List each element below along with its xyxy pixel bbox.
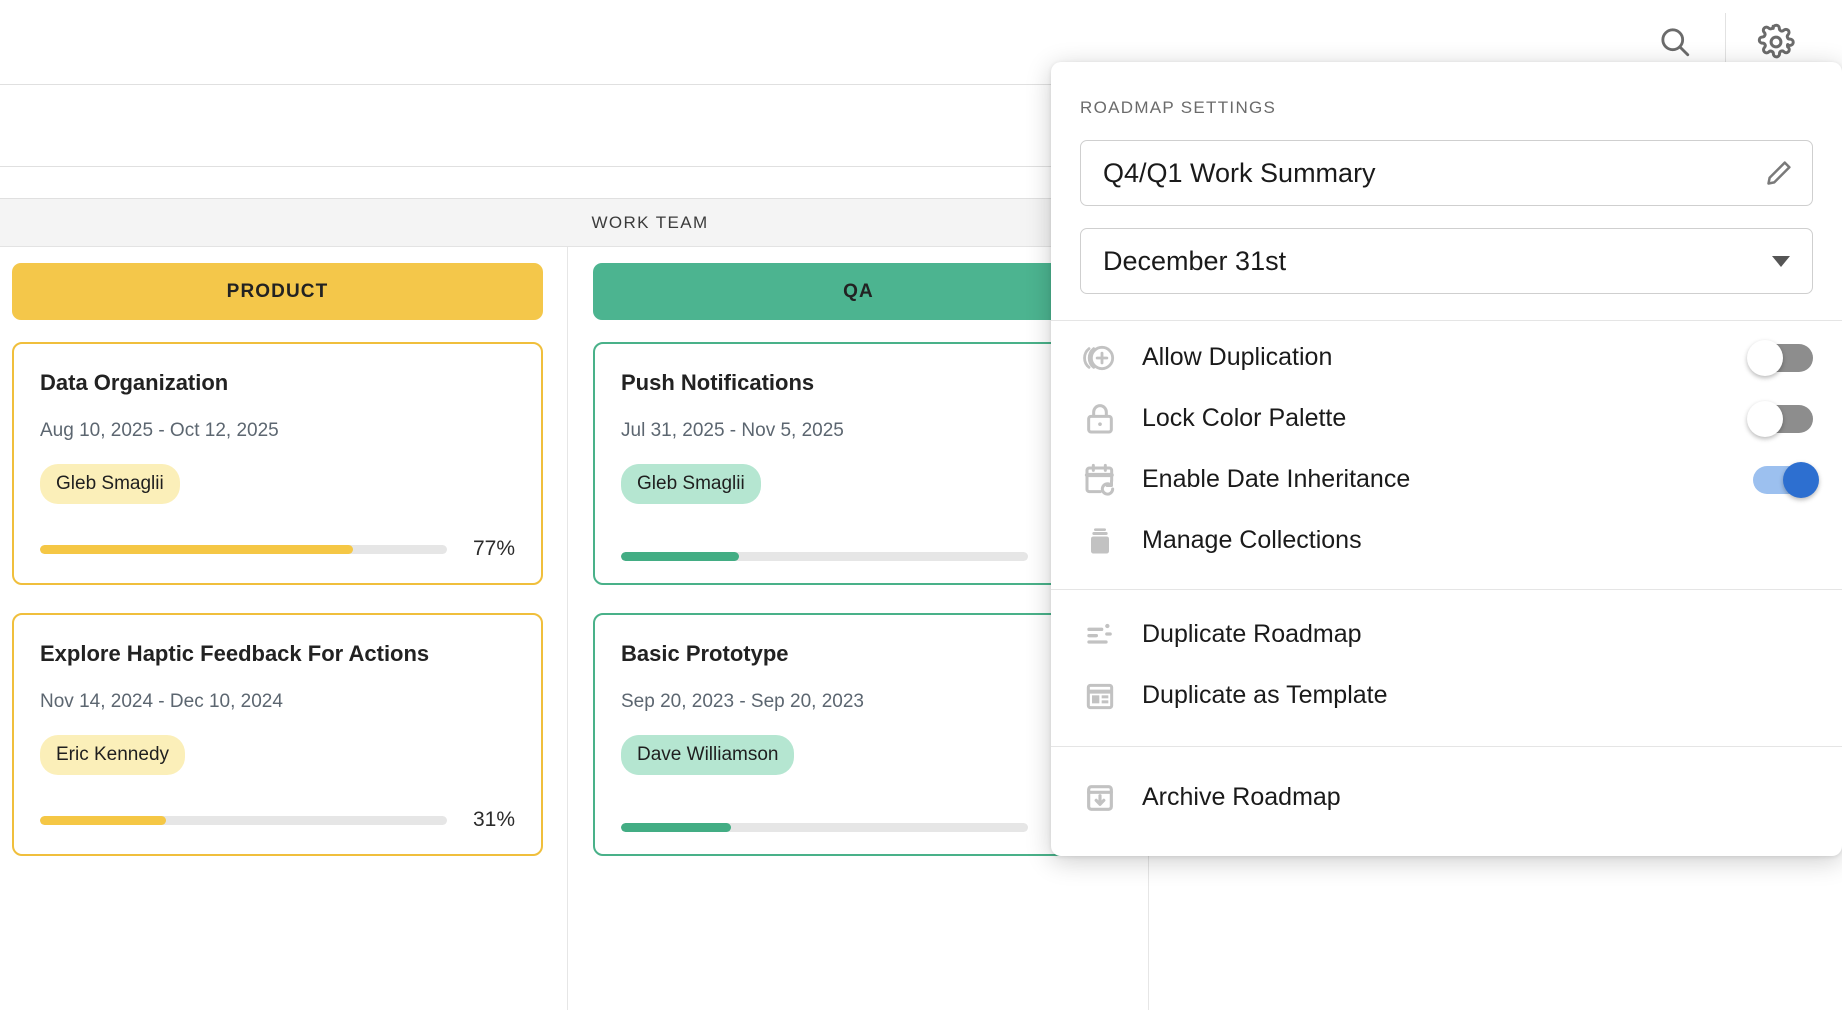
setting-allow-duplication[interactable]: Allow Duplication: [1051, 327, 1842, 388]
roadmap-name-value: Q4/Q1 Work Summary: [1103, 158, 1764, 189]
template-icon: [1080, 676, 1136, 716]
card-assignee-chip[interactable]: Gleb Smaglii: [40, 464, 180, 504]
calendar-restore-icon: [1080, 460, 1136, 500]
progress-fill: [40, 545, 353, 554]
card-progress: 31%: [40, 782, 515, 832]
card-dates: Nov 14, 2024 - Dec 10, 2024: [40, 691, 515, 713]
progress-label: 77%: [463, 537, 515, 561]
fiscal-date-value: December 31st: [1103, 246, 1772, 277]
column-header-qa[interactable]: QA: [593, 263, 1124, 320]
pencil-icon[interactable]: [1764, 158, 1794, 188]
card-progress: [621, 797, 1096, 832]
setting-label: Allow Duplication: [1136, 343, 1753, 372]
lock-color-palette-toggle[interactable]: [1753, 405, 1813, 433]
progress-fill: [621, 823, 731, 832]
progress-track: [621, 552, 1028, 561]
column-header-product[interactable]: PRODUCT: [12, 263, 543, 320]
card-title: Data Organization: [40, 370, 515, 396]
toggle-knob: [1747, 401, 1783, 437]
duplicate-actions-group: Duplicate Roadmap Duplicate as Template: [1051, 590, 1842, 732]
setting-label: Lock Color Palette: [1136, 404, 1753, 433]
card[interactable]: Push Notifications Jul 31, 2025 - Nov 5,…: [593, 342, 1124, 585]
menu-item-manage-collections[interactable]: Manage Collections: [1051, 510, 1842, 571]
card-assignee-chip[interactable]: Gleb Smaglii: [621, 464, 761, 504]
progress-fill: [40, 816, 166, 825]
card-assignee-chip[interactable]: Dave Williamson: [621, 735, 794, 775]
card-title: Basic Prototype: [621, 641, 1096, 667]
column-divider: [567, 247, 568, 1010]
progress-track: [40, 545, 447, 554]
toggle-settings-group: Allow Duplication Lock Color Palette: [1051, 321, 1842, 577]
card-progress: [621, 526, 1096, 561]
duplicate-roadmap-icon: [1080, 615, 1136, 655]
card[interactable]: Explore Haptic Feedback For Actions Nov …: [12, 613, 543, 856]
card[interactable]: Basic Prototype Sep 20, 2023 - Sep 20, 2…: [593, 613, 1124, 856]
menu-item-label: Manage Collections: [1136, 526, 1813, 555]
column-header-label: PRODUCT: [227, 281, 329, 303]
progress-label: 31%: [463, 808, 515, 832]
toggle-knob: [1783, 462, 1819, 498]
enable-date-inheritance-toggle[interactable]: [1753, 466, 1813, 494]
archive-actions-group: Archive Roadmap: [1051, 747, 1842, 834]
allow-duplication-toggle[interactable]: [1753, 344, 1813, 372]
menu-item-duplicate-roadmap[interactable]: Duplicate Roadmap: [1051, 604, 1842, 665]
card-list-product: Data Organization Aug 10, 2025 - Oct 12,…: [12, 342, 543, 856]
card-progress: 77%: [40, 511, 515, 561]
card-title: Push Notifications: [621, 370, 1096, 396]
card-title: Explore Haptic Feedback For Actions: [40, 641, 515, 667]
menu-item-archive-roadmap[interactable]: Archive Roadmap: [1051, 767, 1842, 828]
lock-icon: [1080, 399, 1136, 439]
collections-icon: [1080, 521, 1136, 561]
menu-item-label: Archive Roadmap: [1136, 783, 1813, 812]
toggle-knob: [1747, 340, 1783, 376]
roadmap-app: WORK TEAM PRODUCT Data Organization Aug …: [0, 0, 1842, 1010]
card-assignee-chip[interactable]: Eric Kennedy: [40, 735, 185, 775]
card-dates: Jul 31, 2025 - Nov 5, 2025: [621, 420, 1096, 442]
menu-item-duplicate-as-template[interactable]: Duplicate as Template: [1051, 665, 1842, 726]
column-product: PRODUCT Data Organization Aug 10, 2025 -…: [0, 247, 555, 1010]
progress-track: [40, 816, 447, 825]
column-header-label: QA: [843, 281, 874, 303]
setting-lock-color-palette[interactable]: Lock Color Palette: [1051, 388, 1842, 449]
progress-fill: [621, 552, 739, 561]
setting-enable-date-inheritance[interactable]: Enable Date Inheritance: [1051, 449, 1842, 510]
card-dates: Sep 20, 2023 - Sep 20, 2023: [621, 691, 1096, 713]
card[interactable]: Data Organization Aug 10, 2025 - Oct 12,…: [12, 342, 543, 585]
popover-heading: ROADMAP SETTINGS: [1051, 62, 1842, 118]
roadmap-name-field[interactable]: Q4/Q1 Work Summary: [1080, 140, 1813, 206]
roadmap-settings-popover: ROADMAP SETTINGS Q4/Q1 Work Summary Dece…: [1051, 62, 1842, 856]
card-list-qa: Push Notifications Jul 31, 2025 - Nov 5,…: [593, 342, 1124, 856]
duplicate-circle-icon: [1080, 338, 1136, 378]
setting-label: Enable Date Inheritance: [1136, 465, 1753, 494]
menu-item-label: Duplicate Roadmap: [1136, 620, 1813, 649]
progress-track: [621, 823, 1028, 832]
chevron-down-icon[interactable]: [1772, 256, 1790, 267]
archive-icon: [1080, 778, 1136, 818]
menu-item-label: Duplicate as Template: [1136, 681, 1813, 710]
fiscal-date-select[interactable]: December 31st: [1080, 228, 1813, 294]
card-dates: Aug 10, 2025 - Oct 12, 2025: [40, 420, 515, 442]
